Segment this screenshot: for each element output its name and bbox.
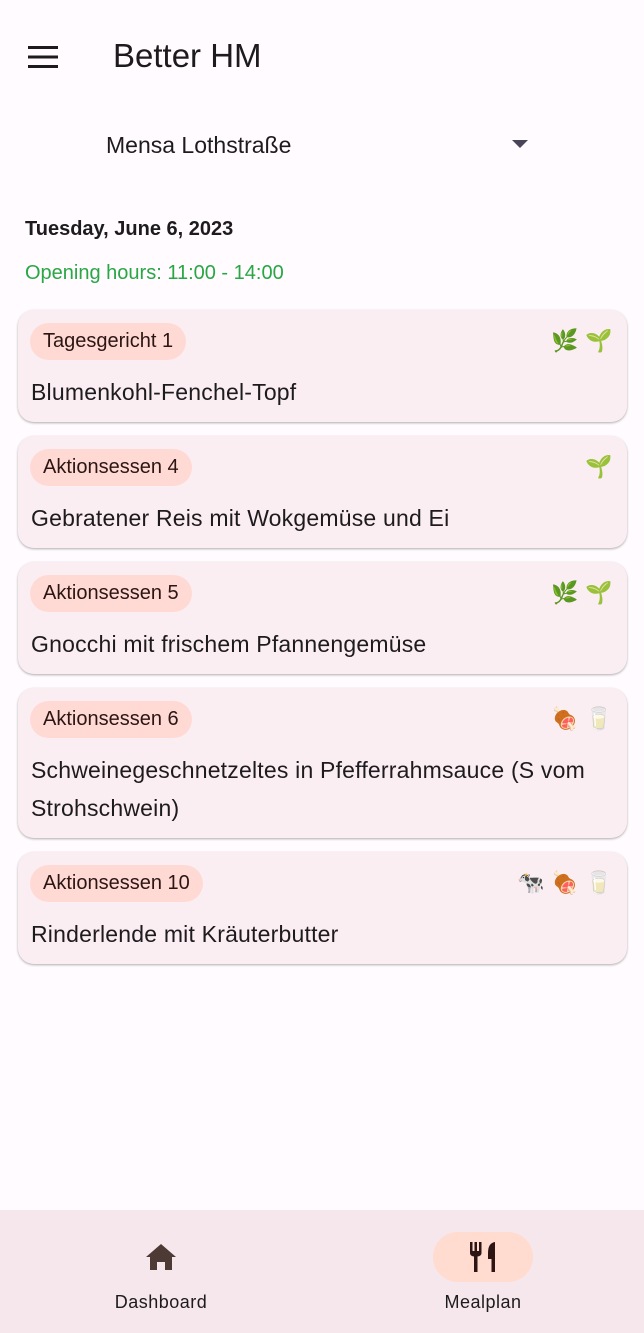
- meal-icons: 🍖 🥛: [551, 705, 613, 733]
- nav-item-dashboard[interactable]: Dashboard: [0, 1210, 322, 1333]
- seedling-icon: 🌱: [585, 328, 613, 353]
- nav-item-mealplan[interactable]: Mealplan: [322, 1210, 644, 1333]
- menu-button[interactable]: [18, 32, 68, 82]
- meal-card[interactable]: Aktionsessen 4 🌱 Gebratener Reis mit Wok…: [18, 436, 627, 548]
- app-bar: Better HM: [0, 0, 644, 112]
- meal-date: Tuesday, June 6, 2023: [25, 218, 234, 240]
- meal-card[interactable]: Aktionsessen 6 🍖 🥛 Schweinegeschnetzelte…: [18, 688, 627, 838]
- meal-name: Gnocchi mit frischem Pfannengemüse: [31, 631, 427, 657]
- home-icon: [146, 1244, 176, 1270]
- meal-category-badge: Aktionsessen 10: [30, 865, 203, 902]
- nav-indicator: [111, 1232, 211, 1282]
- ham-icon: 🍖: [551, 870, 579, 895]
- restaurant-icon: [470, 1242, 495, 1272]
- milk-glass-icon: 🥛: [585, 870, 613, 895]
- app-title: Better HM: [113, 37, 262, 74]
- opening-hours: Opening hours: 11:00 - 14:00: [25, 262, 284, 284]
- meal-icons: 🌿 🌱: [551, 579, 613, 607]
- canteen-dropdown-value: Mensa Lothstraße: [106, 132, 292, 158]
- herb-icon: 🌿: [551, 328, 579, 353]
- herb-icon: 🌿: [551, 580, 579, 605]
- meal-category-badge: Aktionsessen 6: [30, 701, 192, 738]
- dropdown-arrow-icon: [512, 140, 528, 148]
- meal-card[interactable]: Tagesgericht 1 🌿 🌱 Blumenkohl-Fenchel-To…: [18, 310, 627, 422]
- nav-active-indicator: [433, 1232, 533, 1282]
- meal-icons: 🌱: [585, 453, 613, 481]
- meal-name: Gebratener Reis mit Wokgemüse und Ei: [31, 505, 450, 531]
- canteen-dropdown[interactable]: Mensa Lothstraße: [96, 118, 544, 174]
- meal-category-badge: Tagesgericht 1: [30, 323, 187, 360]
- meal-name: Blumenkohl-Fenchel-Topf: [31, 379, 297, 405]
- hamburger-menu-icon: [28, 46, 58, 68]
- meal-name: Rinderlende mit Kräuterbutter: [31, 921, 339, 947]
- cow-icon: 🐄: [517, 870, 545, 895]
- meal-card[interactable]: Aktionsessen 10 🐄 🍖 🥛 Rinderlende mit Kr…: [18, 852, 627, 964]
- seedling-icon: 🌱: [585, 454, 613, 479]
- meal-name: Schweinegeschnetzeltes in Pfefferrahmsau…: [31, 757, 585, 821]
- meal-icons: 🌿 🌱: [551, 327, 613, 355]
- meal-card[interactable]: Aktionsessen 5 🌿 🌱 Gnocchi mit frischem …: [18, 562, 627, 674]
- bottom-navigation-bar: Dashboard Mealplan: [0, 1210, 644, 1333]
- seedling-icon: 🌱: [585, 580, 613, 605]
- ham-icon: 🍖: [551, 706, 579, 731]
- meal-icons: 🐄 🍖 🥛: [517, 869, 613, 897]
- meal-category-badge: Aktionsessen 5: [30, 575, 192, 612]
- meal-category-badge: Aktionsessen 4: [30, 449, 192, 486]
- nav-item-label: Mealplan: [444, 1292, 522, 1312]
- nav-item-label: Dashboard: [114, 1292, 208, 1312]
- milk-glass-icon: 🥛: [585, 706, 613, 731]
